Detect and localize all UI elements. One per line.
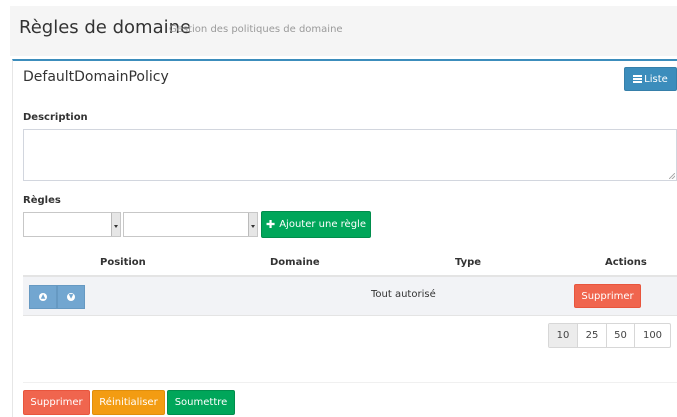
move-up-button[interactable]: ▲ bbox=[29, 285, 57, 309]
plus-icon: ✚ bbox=[266, 218, 276, 231]
add-rule-label: Ajouter une règle bbox=[279, 219, 366, 230]
delete-policy-button[interactable]: Supprimer bbox=[23, 390, 90, 415]
table-row: ▲ ▼ Tout autorisé Supprimer bbox=[23, 277, 677, 316]
rules-label: Règles bbox=[23, 195, 61, 206]
reset-label: Réinitialiser bbox=[99, 397, 158, 408]
dropdown-arrow-icon[interactable] bbox=[111, 213, 120, 236]
page-size-option[interactable]: 100 bbox=[634, 324, 670, 347]
list-button[interactable]: Liste bbox=[624, 67, 677, 91]
resize-grip-icon[interactable] bbox=[669, 173, 675, 179]
delete-policy-label: Supprimer bbox=[30, 397, 83, 408]
reset-button[interactable]: Réinitialiser bbox=[92, 390, 165, 415]
page-title: Règles de domaine bbox=[19, 17, 192, 38]
page-size-option[interactable]: 50 bbox=[606, 324, 634, 347]
delete-row-button[interactable]: Supprimer bbox=[574, 284, 641, 308]
description-textarea[interactable] bbox=[23, 129, 677, 181]
rule-domain-select[interactable] bbox=[23, 212, 121, 237]
move-down-button[interactable]: ▼ bbox=[57, 285, 85, 309]
column-header-actions: Actions bbox=[605, 257, 647, 268]
delete-row-label: Supprimer bbox=[581, 290, 634, 302]
page-size-option[interactable]: 10 bbox=[549, 324, 577, 347]
policy-panel: DefaultDomainPolicy Liste Description Rè… bbox=[12, 59, 677, 417]
column-header-position: Position bbox=[100, 257, 146, 268]
policy-name: DefaultDomainPolicy bbox=[23, 69, 169, 85]
column-header-type: Type bbox=[455, 257, 482, 268]
page-size-option[interactable]: 25 bbox=[577, 324, 606, 347]
list-button-label: Liste bbox=[644, 73, 668, 85]
footer-divider bbox=[23, 382, 677, 383]
arrow-circle-down-icon: ▼ bbox=[67, 293, 75, 301]
submit-button[interactable]: Soumettre bbox=[167, 390, 235, 415]
arrow-circle-up-icon: ▲ bbox=[39, 293, 47, 301]
dropdown-arrow-icon[interactable] bbox=[248, 213, 257, 236]
add-rule-button[interactable]: ✚ Ajouter une règle bbox=[261, 211, 371, 238]
submit-label: Soumettre bbox=[174, 397, 228, 408]
rule-type-select[interactable] bbox=[123, 212, 258, 237]
page-header: Règles de domaine Gestion des politiques… bbox=[10, 6, 677, 56]
page-subtitle: Gestion des politiques de domaine bbox=[169, 24, 343, 35]
description-label: Description bbox=[23, 112, 88, 123]
row-type: Tout autorisé bbox=[371, 289, 436, 300]
column-header-domaine: Domaine bbox=[270, 257, 320, 268]
list-icon bbox=[633, 75, 643, 83]
page-size-selector: 10 25 50 100 bbox=[548, 323, 671, 348]
